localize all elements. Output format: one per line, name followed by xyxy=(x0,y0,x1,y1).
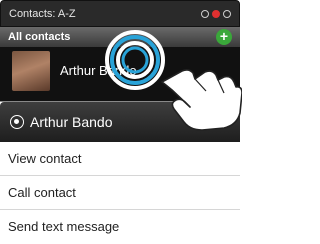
page-indicator xyxy=(201,10,231,18)
title-bar: Contacts: A-Z xyxy=(0,0,240,27)
page-dot xyxy=(223,10,231,18)
contact-name: Arthur Bando xyxy=(60,63,137,78)
menu-title-bar: Arthur Bando xyxy=(0,102,240,142)
list-header-label: All contacts xyxy=(8,31,71,43)
contact-avatar xyxy=(12,51,50,91)
menu-item-call-contact[interactable]: Call contact xyxy=(0,176,240,210)
view-title: Contacts: A-Z xyxy=(9,8,76,20)
menu-item-view-contact[interactable]: View contact xyxy=(0,142,240,176)
contact-list-item[interactable]: Arthur Bando xyxy=(0,47,240,97)
list-header: All contacts + xyxy=(0,27,240,47)
menu-circle-icon xyxy=(10,115,24,129)
add-icon[interactable]: + xyxy=(216,29,232,45)
page-dot xyxy=(201,10,209,18)
menu-title: Arthur Bando xyxy=(30,114,113,130)
context-menu: Arthur Bando View contact Call contact S… xyxy=(0,101,240,244)
page-dot-active xyxy=(212,10,220,18)
menu-item-send-text[interactable]: Send text message xyxy=(0,210,240,244)
